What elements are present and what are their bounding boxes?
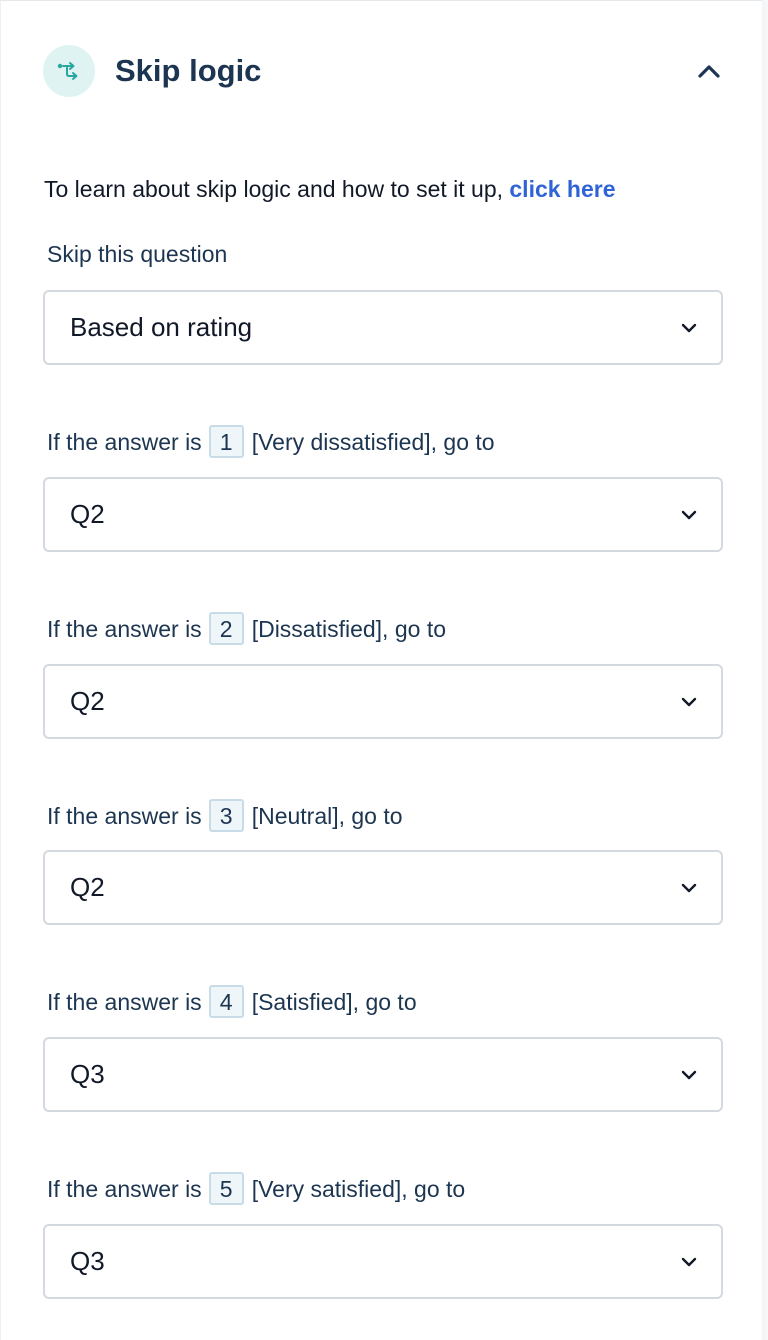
rule-label: If the answer is 3 [Neutral], go to [47, 799, 403, 832]
rule-target-value: Q2 [70, 499, 105, 529]
collapse-button[interactable] [695, 57, 723, 85]
chevron-down-icon [679, 878, 699, 898]
rule-label: If the answer is 2 [Dissatisfied], go to [47, 612, 446, 645]
chevron-down-icon [679, 1065, 699, 1085]
rule-label: If the answer is 5 [Very satisfied], go … [47, 1172, 465, 1205]
rule-prefix: If the answer is [47, 802, 202, 829]
panel-title: Skip logic [115, 53, 262, 88]
rule-label: If the answer is 1 [Very dissatisfied], … [47, 425, 495, 458]
rule-suffix: [Very satisfied], go to [251, 1175, 466, 1202]
rule-target-value: Q2 [70, 872, 105, 902]
rule-suffix: [Dissatisfied], go to [251, 615, 446, 642]
skip-mode-label: Skip this question [47, 241, 228, 267]
skip-logic-panel: Skip logic To learn about skip logic and… [0, 0, 762, 1340]
rating-badge: 4 [208, 985, 244, 1018]
rule-target-select[interactable]: Q3 [43, 1037, 723, 1112]
rule-target-select[interactable]: Q2 [43, 850, 723, 925]
chevron-down-icon [679, 1252, 699, 1272]
rating-badge: 1 [208, 425, 244, 458]
chevron-down-icon [679, 692, 699, 712]
chevron-up-icon [698, 65, 720, 78]
rule-suffix: [Very dissatisfied], go to [251, 428, 495, 455]
rule-prefix: If the answer is [47, 428, 202, 455]
rule-target-select[interactable]: Q3 [43, 1224, 723, 1299]
panel-header[interactable]: Skip logic [43, 45, 723, 97]
rule-target-select[interactable]: Q2 [43, 664, 723, 739]
rating-badge: 2 [208, 612, 244, 645]
intro-text: To learn about skip logic and how to set… [44, 173, 616, 205]
chevron-down-icon [679, 505, 699, 525]
rule-target-select[interactable]: Q2 [43, 477, 723, 552]
chevron-down-icon [679, 318, 699, 338]
branch-arrow-icon [43, 45, 95, 97]
rule-target-value: Q3 [70, 1246, 105, 1276]
rule-prefix: If the answer is [47, 988, 202, 1015]
skip-mode-value: Based on rating [70, 312, 253, 342]
skip-mode-select[interactable]: Based on rating [43, 290, 723, 365]
rule-target-value: Q2 [70, 686, 105, 716]
rating-badge: 3 [208, 799, 244, 832]
intro-sentence: To learn about skip logic and how to set… [44, 176, 510, 202]
learn-more-link[interactable]: click here [509, 176, 615, 202]
rule-prefix: If the answer is [47, 615, 202, 642]
rule-suffix: [Satisfied], go to [251, 988, 417, 1015]
rule-suffix: [Neutral], go to [251, 802, 403, 829]
rule-prefix: If the answer is [47, 1175, 202, 1202]
rule-target-value: Q3 [70, 1059, 105, 1089]
panel-edge [762, 0, 768, 1340]
rating-badge: 5 [208, 1172, 244, 1205]
rule-label: If the answer is 4 [Satisfied], go to [47, 985, 417, 1018]
